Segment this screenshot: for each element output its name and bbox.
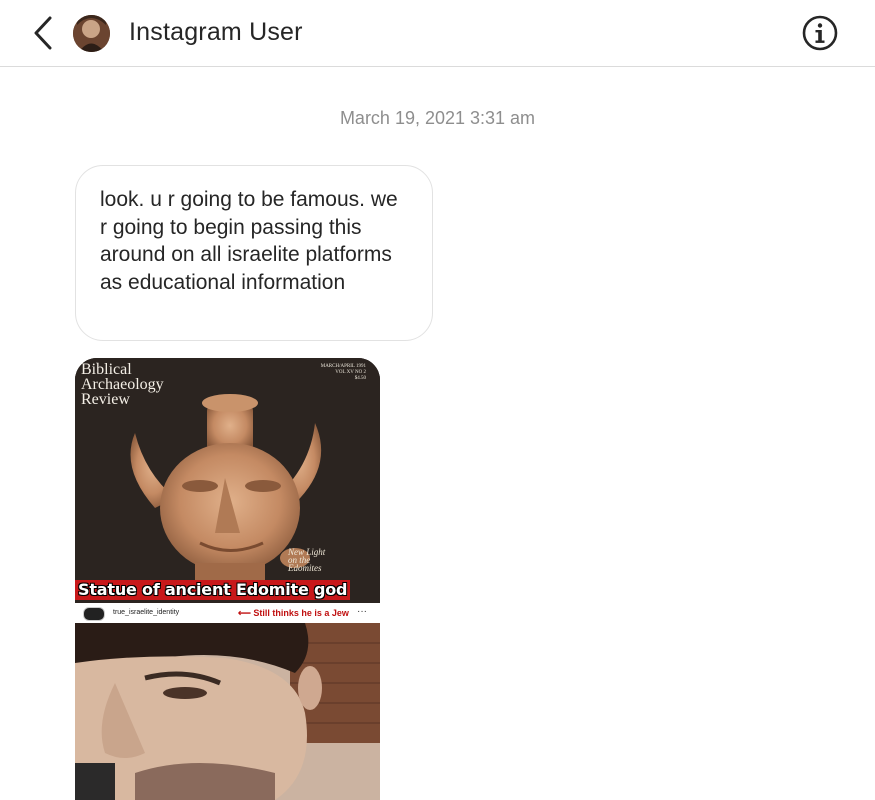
embedded-post-header: true_israelite_identity ⟵ Still thinks h… bbox=[75, 603, 380, 623]
face-photo bbox=[75, 623, 380, 800]
chevron-left-icon bbox=[34, 16, 52, 50]
shared-image[interactable]: Biblical Archaeology Review MARCH/APRIL … bbox=[75, 358, 380, 800]
back-button[interactable] bbox=[28, 14, 58, 52]
post-username: true_israelite_identity bbox=[113, 609, 180, 616]
magazine-cover: Biblical Archaeology Review MARCH/APRIL … bbox=[75, 358, 380, 603]
message-bubble[interactable]: look. u r going to be famous. we r going… bbox=[75, 165, 433, 341]
message-timestamp: March 19, 2021 3:31 am bbox=[339, 108, 536, 128]
avatar[interactable] bbox=[73, 15, 110, 52]
post-annotation: ⟵ Still thinks he is a Jew bbox=[238, 608, 349, 618]
thread-header: Instagram User bbox=[0, 0, 875, 67]
magazine-title: Biblical Archaeology Review bbox=[81, 361, 164, 408]
info-button[interactable] bbox=[802, 15, 838, 51]
post-avatar bbox=[83, 607, 105, 621]
magazine-date: MARCH/APRIL 1991 VOL XV NO 2 $4.50 bbox=[320, 364, 366, 381]
conversation-title[interactable]: Instagram User bbox=[129, 18, 303, 47]
more-icon: ··· bbox=[357, 606, 367, 617]
info-circle-icon bbox=[802, 15, 838, 51]
magazine-subtitle: New Light on the Edomites bbox=[288, 547, 326, 573]
image-caption: Statue of ancient Edomite god bbox=[75, 580, 351, 600]
